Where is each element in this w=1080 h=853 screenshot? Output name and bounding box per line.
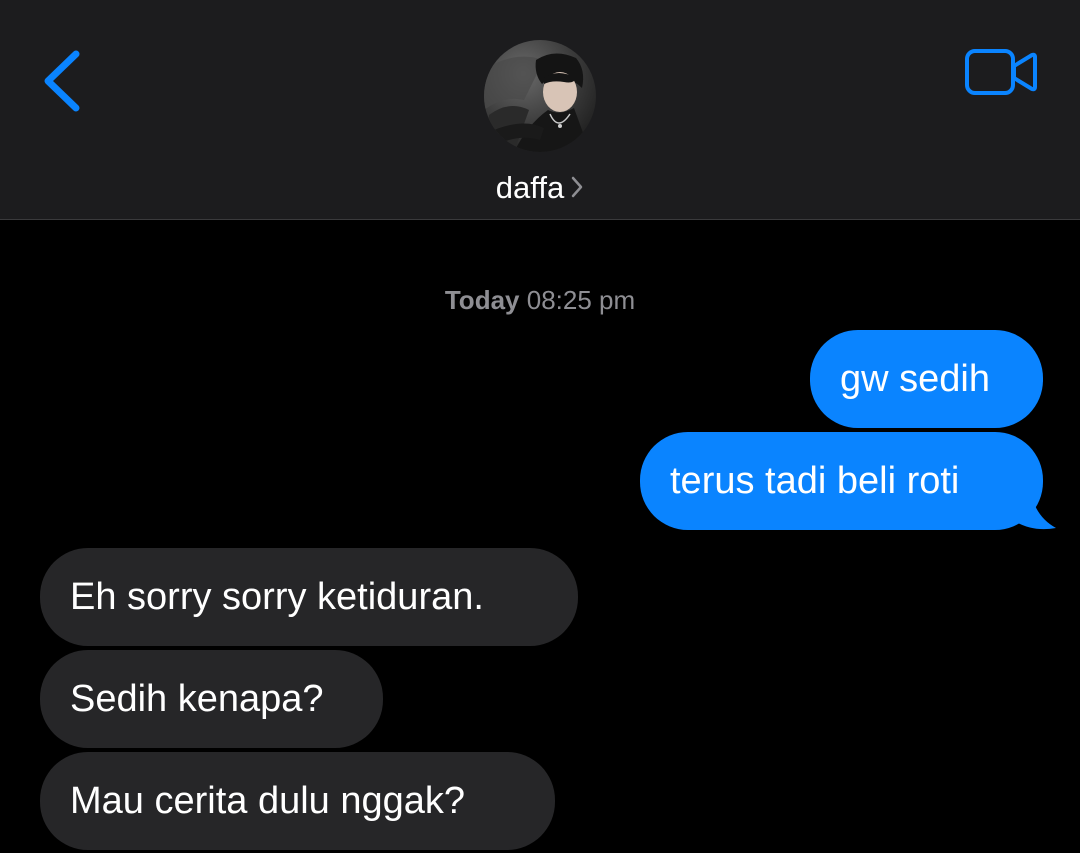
timestamp-time: 08:25 pm	[526, 285, 636, 315]
incoming-message[interactable]: Eh sorry sorry ketiduran.	[40, 548, 578, 646]
conversation-header: daffa	[0, 0, 1080, 220]
message-text: Sedih kenapa?	[70, 678, 324, 720]
bubble-tail	[1016, 488, 1056, 530]
outgoing-message[interactable]: gw sedih	[810, 330, 1043, 428]
timestamp-day: Today	[444, 285, 520, 315]
contact-name: daffa	[495, 170, 565, 205]
back-button[interactable]	[38, 46, 88, 116]
chevron-right-icon	[571, 176, 583, 198]
incoming-message[interactable]: Sedih kenapa?	[40, 650, 383, 748]
messages-screen: daffa Today 08:25 pm gw sedih terus tadi…	[0, 0, 1080, 853]
avatar-photo	[484, 40, 596, 152]
conversation-timestamp: Today 08:25 pm	[0, 282, 1080, 318]
chevron-left-icon	[44, 50, 80, 112]
outgoing-message[interactable]: terus tadi beli roti	[640, 432, 1043, 530]
message-text: gw sedih	[840, 358, 990, 400]
incoming-message[interactable]: Mau cerita dulu nggak?	[40, 752, 555, 850]
message-text: terus tadi beli roti	[670, 460, 960, 502]
video-camera-icon	[965, 49, 1037, 95]
contact-avatar[interactable]	[484, 40, 596, 152]
message-text: Eh sorry sorry ketiduran.	[70, 576, 484, 618]
video-call-button[interactable]	[964, 48, 1038, 96]
contact-name-button[interactable]: daffa	[0, 166, 1080, 210]
message-text: Mau cerita dulu nggak?	[70, 780, 466, 822]
